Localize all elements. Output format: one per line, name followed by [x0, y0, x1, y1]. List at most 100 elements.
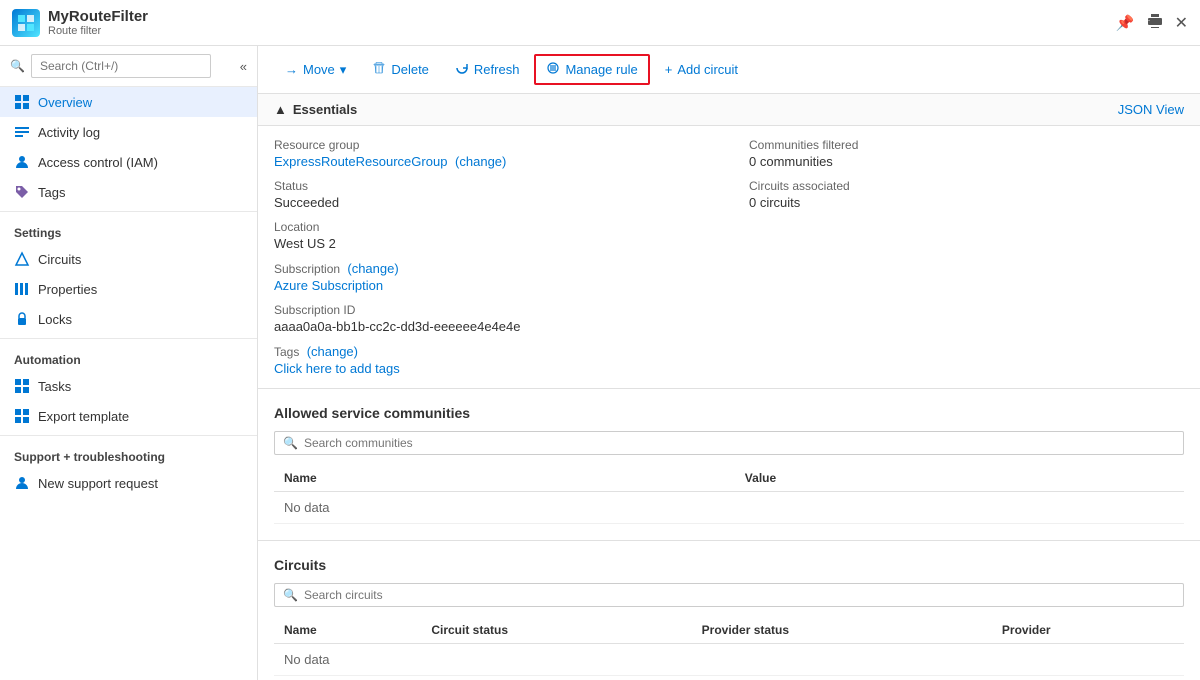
sidebar-item-export-template[interactable]: Export template: [0, 401, 257, 431]
circuits-table: Name Circuit status Provider status Prov…: [274, 617, 1184, 676]
sidebar-item-overview[interactable]: Overview: [0, 87, 257, 117]
sidebar-divider-settings: [0, 211, 257, 212]
tags-icon: [14, 184, 30, 200]
refresh-button[interactable]: Refresh: [444, 55, 531, 84]
tags-field-label: Tags (change): [274, 344, 709, 359]
essentials-collapse-icon[interactable]: ▲: [274, 102, 287, 117]
manage-rule-label: Manage rule: [565, 62, 637, 77]
location-value: West US 2: [274, 236, 709, 251]
sidebar-search-icon: 🔍: [10, 59, 25, 73]
sidebar-item-circuits[interactable]: Circuits: [0, 244, 257, 274]
essentials-header: ▲ Essentials JSON View: [258, 94, 1200, 126]
app-logo: [12, 9, 40, 37]
app-name: MyRouteFilter: [48, 8, 1108, 25]
tags-change-link[interactable]: (change): [307, 344, 358, 359]
title-bar-actions: 📌 ✕: [1116, 13, 1188, 33]
content-area: ▲ Essentials JSON View Resource group Ex…: [258, 94, 1200, 680]
essentials-tags: Tags (change) Click here to add tags: [274, 344, 709, 376]
sidebar-item-tasks[interactable]: Tasks: [0, 371, 257, 401]
json-view-link[interactable]: JSON View: [1118, 102, 1184, 117]
print-icon[interactable]: [1147, 13, 1163, 33]
add-circuit-label: Add circuit: [677, 62, 738, 77]
essentials-subscription-id: Subscription ID aaaa0a0a-bb1b-cc2c-dd3d-…: [274, 303, 709, 334]
circuits-associated-label: Circuits associated: [749, 179, 1184, 193]
communities-no-data-cell: No data: [274, 492, 1184, 524]
sidebar-item-tags-label: Tags: [38, 185, 65, 200]
subscription-value-link[interactable]: Azure Subscription: [274, 278, 709, 293]
refresh-icon: [455, 61, 469, 78]
move-chevron-icon: ▾: [340, 62, 347, 78]
resource-group-change-link[interactable]: (change): [455, 154, 506, 169]
sidebar-section-settings: Settings: [0, 216, 257, 244]
resource-group-link[interactable]: ExpressRouteResourceGroup: [274, 154, 447, 169]
locks-icon: [14, 311, 30, 327]
delete-button[interactable]: Delete: [361, 55, 440, 84]
sidebar-item-tasks-label: Tasks: [38, 379, 71, 394]
close-button[interactable]: ✕: [1175, 13, 1188, 33]
sidebar-divider-automation: [0, 338, 257, 339]
sidebar-search-area: 🔍 «: [0, 46, 257, 87]
resource-group-label: Resource group: [274, 138, 709, 152]
essentials-title-group: ▲ Essentials: [274, 102, 357, 117]
sidebar-item-tags[interactable]: Tags: [0, 177, 257, 207]
tags-value-link[interactable]: Click here to add tags: [274, 361, 709, 376]
sidebar-item-export-template-label: Export template: [38, 409, 129, 424]
status-value: Succeeded: [274, 195, 709, 210]
circuits-col-provider-status: Provider status: [692, 617, 992, 644]
title-bar: MyRouteFilter Route filter 📌 ✕: [0, 0, 1200, 46]
communities-search-icon: 🔍: [283, 436, 298, 450]
move-button[interactable]: → Move ▾: [274, 56, 357, 84]
circuits-associated-value: 0 circuits: [749, 195, 1184, 210]
sidebar-divider-support: [0, 435, 257, 436]
sidebar-item-properties[interactable]: Properties: [0, 274, 257, 304]
communities-filtered-label: Communities filtered: [749, 138, 1184, 152]
communities-search-box: 🔍: [274, 431, 1184, 455]
sidebar-collapse-button[interactable]: «: [240, 59, 247, 74]
essentials-resource-group: Resource group ExpressRouteResourceGroup…: [274, 138, 709, 169]
allowed-communities-section: Allowed service communities 🔍 Name Value: [258, 389, 1200, 541]
toolbar: → Move ▾ Delete Refresh Manage: [258, 46, 1200, 94]
main-layout: 🔍 « Overview Activity log Access control…: [0, 46, 1200, 680]
subscription-id-label: Subscription ID: [274, 303, 709, 317]
sidebar-item-access-control-label: Access control (IAM): [38, 155, 158, 170]
sidebar: 🔍 « Overview Activity log Access control…: [0, 46, 258, 680]
sidebar-item-overview-label: Overview: [38, 95, 92, 110]
export-template-icon: [14, 408, 30, 424]
refresh-label: Refresh: [474, 62, 520, 77]
status-label: Status: [274, 179, 709, 193]
sidebar-item-activity-log[interactable]: Activity log: [0, 117, 257, 147]
essentials-right-col: Communities filtered 0 communities Circu…: [749, 138, 1184, 376]
circuits-search-input[interactable]: [304, 588, 1175, 602]
circuits-col-name: Name: [274, 617, 421, 644]
circuits-icon: [14, 251, 30, 267]
essentials-left-col: Resource group ExpressRouteResourceGroup…: [274, 138, 709, 376]
manage-rule-button[interactable]: Manage rule: [534, 54, 649, 85]
sidebar-item-circuits-label: Circuits: [38, 252, 81, 267]
access-control-icon: [14, 154, 30, 170]
subscription-change-link[interactable]: (change): [347, 261, 398, 276]
circuits-search-box: 🔍: [274, 583, 1184, 607]
content-panel: → Move ▾ Delete Refresh Manage: [258, 46, 1200, 680]
allowed-communities-title: Allowed service communities: [274, 405, 1184, 421]
activity-log-icon: [14, 124, 30, 140]
subscription-id-value: aaaa0a0a-bb1b-cc2c-dd3d-eeeeee4e4e4e: [274, 319, 709, 334]
sidebar-item-locks[interactable]: Locks: [0, 304, 257, 334]
manage-rule-icon: [546, 61, 560, 78]
sidebar-item-new-support[interactable]: New support request: [0, 468, 257, 498]
delete-icon: [372, 61, 386, 78]
essentials-subscription: Subscription (change) Azure Subscription: [274, 261, 709, 293]
circuits-col-provider: Provider: [992, 617, 1184, 644]
sidebar-item-access-control[interactable]: Access control (IAM): [0, 147, 257, 177]
sidebar-item-properties-label: Properties: [38, 282, 97, 297]
pin-icon[interactable]: 📌: [1116, 14, 1135, 32]
properties-icon: [14, 281, 30, 297]
communities-col-name: Name: [274, 465, 735, 492]
add-circuit-button[interactable]: + Add circuit: [654, 56, 749, 83]
communities-search-input[interactable]: [304, 436, 1175, 450]
communities-filtered-value: 0 communities: [749, 154, 1184, 169]
sidebar-section-support: Support + troubleshooting: [0, 440, 257, 468]
communities-no-data-row: No data: [274, 492, 1184, 524]
sidebar-search-input[interactable]: [31, 54, 211, 78]
delete-label: Delete: [391, 62, 429, 77]
tasks-icon: [14, 378, 30, 394]
